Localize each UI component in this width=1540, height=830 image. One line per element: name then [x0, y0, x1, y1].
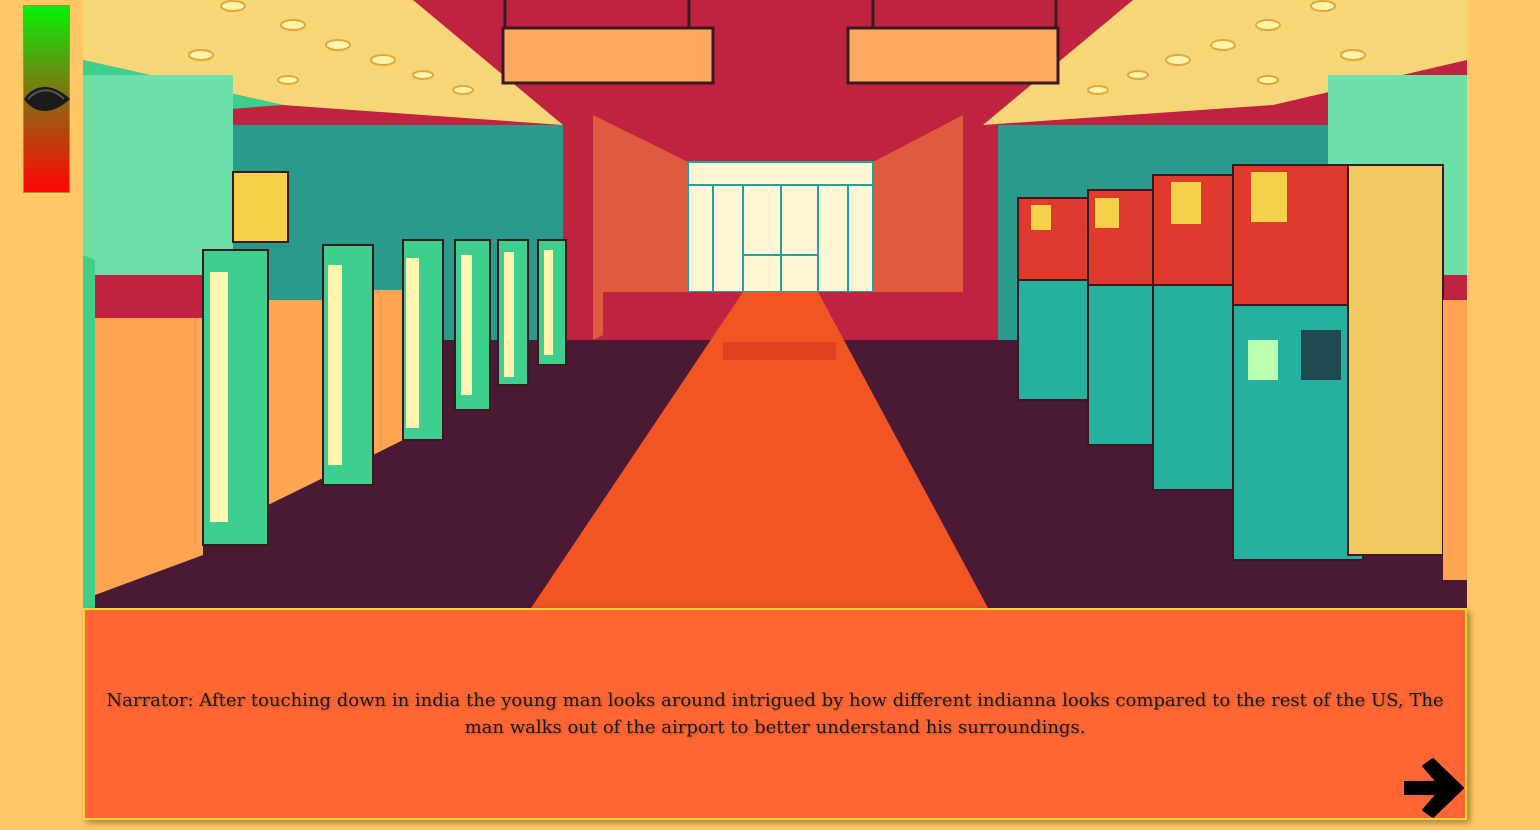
meter-marker-icon	[24, 86, 70, 112]
scene-background	[83, 0, 1467, 608]
dialogue-box: Narrator: After touching down in india t…	[83, 608, 1467, 820]
narrator-text: Narrator: After touching down in india t…	[106, 690, 1444, 738]
airport-terminal-illustration	[83, 0, 1467, 608]
arrow-right-icon[interactable]	[1401, 756, 1467, 820]
mood-meter	[23, 5, 70, 193]
